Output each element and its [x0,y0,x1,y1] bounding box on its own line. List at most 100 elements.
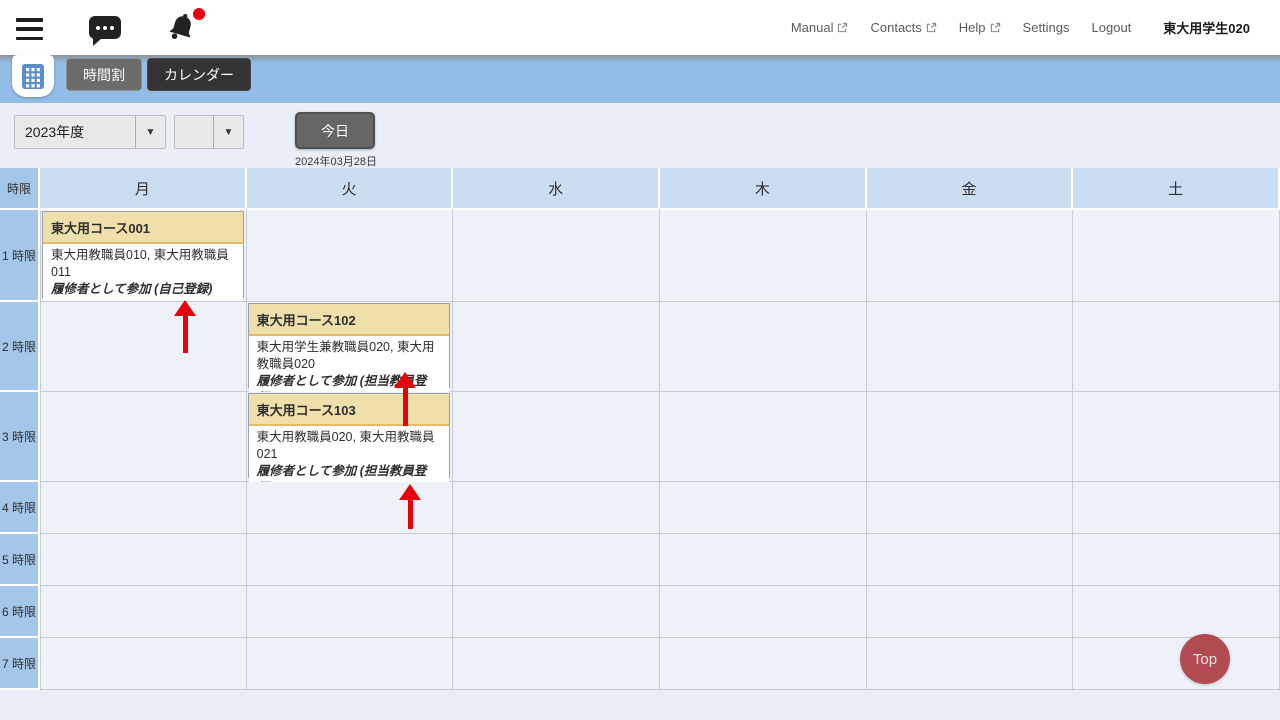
timetable-cell: 東大用コース103 東大用教職員020, 東大用教職員021 履修者として参加 … [247,392,454,482]
timetable-cell [247,586,454,638]
nav-link-contacts[interactable]: Contacts [870,20,936,35]
course-title: 東大用コース001 [43,212,243,244]
year-select[interactable]: 2023年度 ▼ [14,115,166,149]
course-title: 東大用コース102 [249,304,450,336]
nav-link-label: Help [959,20,986,35]
timetable-app-button[interactable] [12,55,54,97]
notifications-button[interactable] [167,11,203,45]
period-label-7: 7 時限 [0,638,40,690]
tab-calendar[interactable]: カレンダー [147,58,251,91]
course-details: 東大用教職員010, 東大用教職員011 履修者として参加 (自己登録) [43,244,243,301]
weekly-timetable: 時限 月 火 水 木 金 土 1 時限 東大用コース001 東大用教職員010,… [0,168,1280,690]
timetable-cell [1073,482,1280,534]
tab-bar: 時間割 カレンダー [0,55,1280,103]
timetable-cell [1073,302,1280,392]
messages-button[interactable] [89,16,121,39]
course-title: 東大用コース103 [249,394,450,426]
timetable-cell [453,392,660,482]
period-label-4: 4 時限 [0,482,40,534]
timetable-cell [40,534,247,586]
timetable-cell [40,482,247,534]
nav-link-settings[interactable]: Settings [1023,20,1070,35]
nav-link-logout[interactable]: Logout [1092,20,1132,35]
period-label-1: 1 時限 [0,210,40,302]
timetable-cell [40,586,247,638]
timetable-cell [40,392,247,482]
course-members: 東大用学生兼教職員020, 東大用教職員020 [257,340,435,371]
notification-badge-dot [193,8,205,20]
nav-link-label: Contacts [870,20,921,35]
timetable-cell [1073,586,1280,638]
timetable-cell [660,210,867,302]
year-select-value: 2023年度 [15,122,135,142]
timetable-cell [247,638,454,690]
period-label-3: 3 時限 [0,392,40,482]
timetable-cell [660,638,867,690]
course-card[interactable]: 東大用コース102 東大用学生兼教職員020, 東大用教職員020 履修者として… [248,303,451,388]
timetable-cell [1073,210,1280,302]
chevron-down-icon: ▼ [135,116,165,148]
timetable-cell [1073,534,1280,586]
nav-link-manual[interactable]: Manual [791,20,849,35]
calendar-grid-icon [21,63,45,90]
chevron-down-icon: ▼ [213,116,243,148]
scroll-to-top-button[interactable]: Top [1180,634,1230,684]
term-select[interactable]: ▼ [174,115,244,149]
period-label-6: 6 時限 [0,586,40,638]
timetable-cell [660,392,867,482]
day-header-fri: 金 [867,168,1074,210]
menu-icon[interactable] [16,18,43,40]
today-button[interactable]: 今日 [295,112,375,149]
timetable-cell [660,482,867,534]
timetable-cell [40,638,247,690]
timetable-cell [453,482,660,534]
timetable-cell [247,482,454,534]
period-label-2: 2 時限 [0,302,40,392]
timetable-cell [660,586,867,638]
course-card[interactable]: 東大用コース001 東大用教職員010, 東大用教職員011 履修者として参加 … [42,211,244,298]
timetable-cell [867,534,1074,586]
timetable-cell [453,638,660,690]
day-header-wed: 水 [453,168,660,210]
course-members: 東大用教職員010, 東大用教職員011 [51,248,229,279]
timetable-cell [453,586,660,638]
current-date-label: 2024年03月28日 [295,153,375,169]
external-link-icon [837,22,848,33]
timetable-cell [660,302,867,392]
timetable-cell [247,210,454,302]
timetable-cell [867,392,1074,482]
period-column-header: 時限 [0,168,40,210]
timetable-cell [867,302,1074,392]
timetable-cell [867,482,1074,534]
external-link-icon [926,22,937,33]
day-header-sat: 土 [1073,168,1280,210]
external-link-icon [990,22,1001,33]
timetable-cell: 東大用コース001 東大用教職員010, 東大用教職員011 履修者として参加 … [40,210,247,302]
nav-link-label: Manual [791,20,834,35]
top-bar: Manual Contacts Help Settings Logout 東大用… [0,0,1280,55]
day-header-tue: 火 [247,168,454,210]
timetable-cell [867,586,1074,638]
chat-icon [89,16,121,39]
nav-link-help[interactable]: Help [959,20,1001,35]
timetable-cell [867,638,1074,690]
timetable-cell [1073,638,1280,690]
course-members: 東大用教職員020, 東大用教職員021 [257,430,435,461]
timetable-cell [1073,392,1280,482]
timetable-cell [453,534,660,586]
course-role: 履修者として参加 (自己登録) [51,282,212,296]
current-user-name: 東大用学生020 [1163,18,1250,37]
calendar-controls: 2023年度 ▼ ▼ 今日 2024年03月28日 [0,103,1280,168]
day-header-mon: 月 [40,168,247,210]
timetable-cell [867,210,1074,302]
tab-timetable[interactable]: 時間割 [66,58,142,91]
day-header-thu: 木 [660,168,867,210]
timetable-cell [453,302,660,392]
timetable-cell [247,534,454,586]
timetable-cell: 東大用コース102 東大用学生兼教職員020, 東大用教職員020 履修者として… [247,302,454,392]
timetable-cell [40,302,247,392]
timetable-cell [660,534,867,586]
course-card[interactable]: 東大用コース103 東大用教職員020, 東大用教職員021 履修者として参加 … [248,393,451,478]
timetable-cell [453,210,660,302]
period-label-5: 5 時限 [0,534,40,586]
